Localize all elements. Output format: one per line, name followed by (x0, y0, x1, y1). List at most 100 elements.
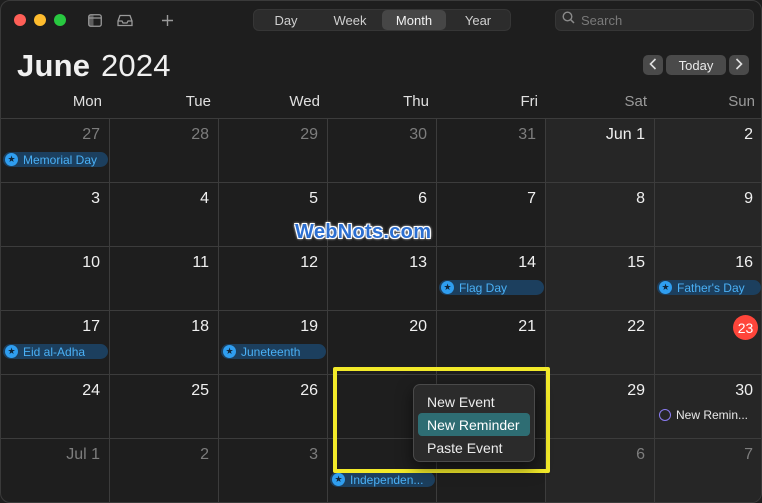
chevron-left-icon (649, 57, 657, 73)
day-number: 18 (191, 318, 209, 335)
day-cell[interactable]: 16 ★ Father's Day (655, 247, 761, 311)
day-number: 8 (636, 190, 645, 207)
day-cell[interactable]: 31 (437, 119, 546, 183)
menu-item-paste-event[interactable]: Paste Event (418, 436, 530, 459)
day-cell[interactable]: 19 ★ Juneteenth (219, 311, 328, 375)
day-number: 7 (744, 446, 753, 463)
day-number: 30 (735, 382, 753, 399)
holiday-event[interactable]: ★ Juneteenth (221, 344, 326, 359)
day-cell[interactable]: 6 (546, 439, 655, 502)
day-cell[interactable]: 13 (328, 247, 437, 311)
minimize-window-button[interactable] (34, 14, 46, 26)
previous-month-button[interactable] (643, 55, 663, 75)
tab-day[interactable]: Day (254, 10, 318, 30)
event-title: Independen... (350, 472, 424, 487)
day-cell[interactable]: 4 (110, 183, 219, 247)
menu-item-new-reminder[interactable]: New Reminder (418, 413, 530, 436)
tab-year[interactable]: Year (446, 10, 510, 30)
search-field[interactable] (555, 9, 754, 31)
day-cell[interactable]: 10 (1, 247, 110, 311)
holiday-event[interactable]: ★ Memorial Day (3, 152, 108, 167)
day-number: 10 (82, 254, 100, 271)
zoom-window-button[interactable] (54, 14, 66, 26)
day-cell[interactable]: 28 (110, 119, 219, 183)
day-number: 29 (627, 382, 645, 399)
holiday-event[interactable]: ★ Flag Day (439, 280, 544, 295)
today-button[interactable]: Today (666, 55, 726, 75)
day-cell[interactable]: 17 ★ Eid al-Adha (1, 311, 110, 375)
day-cell[interactable]: 30 (328, 119, 437, 183)
day-number: 4 (200, 190, 209, 207)
close-window-button[interactable] (14, 14, 26, 26)
day-cell[interactable]: Jun 1 (546, 119, 655, 183)
weekday-label: Mon (72, 93, 102, 110)
day-number: 9 (744, 190, 753, 207)
day-cell[interactable]: 15 (546, 247, 655, 311)
holiday-star-icon: ★ (5, 345, 18, 358)
reminder-item[interactable]: New Remin... (659, 408, 748, 422)
tab-month[interactable]: Month (382, 10, 446, 30)
reminder-circle-icon[interactable] (659, 409, 671, 421)
event-title: Juneteenth (241, 344, 301, 359)
day-cell[interactable]: 27 ★ Memorial Day (1, 119, 110, 183)
day-cell[interactable]: 3 (219, 439, 328, 502)
day-cell[interactable]: 14 ★ Flag Day (437, 247, 546, 311)
day-cell[interactable]: 23 (655, 311, 761, 375)
day-cell[interactable]: 8 (546, 183, 655, 247)
day-number: 6 (636, 446, 645, 463)
holiday-event[interactable]: ★ Independen... (330, 472, 435, 487)
day-cell[interactable]: 20 (328, 311, 437, 375)
reminder-title: New Remin... (676, 408, 749, 422)
inbox-icon[interactable] (115, 10, 135, 30)
next-month-button[interactable] (729, 55, 749, 75)
search-input[interactable] (581, 12, 741, 28)
day-number: 2 (744, 126, 753, 143)
day-number: 2 (200, 446, 209, 463)
day-number: 16 (735, 254, 753, 271)
chevron-right-icon (735, 57, 743, 73)
calendar-list-icon[interactable] (85, 10, 105, 30)
day-number: Jun 1 (605, 126, 645, 143)
day-number: 28 (191, 126, 209, 143)
menu-item-new-event[interactable]: New Event (418, 390, 530, 413)
day-cell[interactable]: 2 (110, 439, 219, 502)
day-cell[interactable]: 24 (1, 375, 110, 439)
day-cell[interactable]: 29 (546, 375, 655, 439)
day-number: 12 (300, 254, 318, 271)
day-cell[interactable]: 21 (437, 311, 546, 375)
day-cell[interactable]: 26 (219, 375, 328, 439)
day-number: 6 (418, 190, 427, 207)
add-icon[interactable] (157, 10, 177, 30)
context-menu: New Event New Reminder Paste Event (413, 384, 535, 462)
day-cell[interactable]: 9 (655, 183, 761, 247)
event-title: Memorial Day (23, 152, 98, 167)
day-cell[interactable]: 18 (110, 311, 219, 375)
day-number: 19 (300, 318, 318, 335)
weekday-label: Sun (728, 93, 755, 110)
day-cell[interactable]: 7 (437, 183, 546, 247)
day-cell[interactable]: 7 (655, 439, 761, 502)
holiday-event[interactable]: ★ Father's Day (657, 280, 761, 295)
day-cell[interactable]: 12 (219, 247, 328, 311)
day-number: 3 (309, 446, 318, 463)
day-number: Jul 1 (66, 446, 100, 463)
day-number: 27 (82, 126, 100, 143)
day-number: 17 (82, 318, 100, 335)
day-number: 13 (409, 254, 427, 271)
day-number: 24 (82, 382, 100, 399)
day-number: 21 (518, 318, 536, 335)
day-cell[interactable]: 3 (1, 183, 110, 247)
view-switcher: Day Week Month Year (253, 9, 511, 31)
day-cell[interactable]: 30 New Remin... (655, 375, 761, 439)
holiday-event[interactable]: ★ Eid al-Adha (3, 344, 108, 359)
day-cell[interactable]: 11 (110, 247, 219, 311)
holiday-star-icon: ★ (659, 281, 672, 294)
day-cell[interactable]: 2 (655, 119, 761, 183)
search-icon (562, 11, 575, 29)
day-cell[interactable]: 25 (110, 375, 219, 439)
day-cell[interactable]: 22 (546, 311, 655, 375)
tab-week[interactable]: Week (318, 10, 382, 30)
day-cell[interactable]: Jul 1 (1, 439, 110, 502)
weekday-label: Tue (185, 93, 211, 110)
day-cell[interactable]: 29 (219, 119, 328, 183)
